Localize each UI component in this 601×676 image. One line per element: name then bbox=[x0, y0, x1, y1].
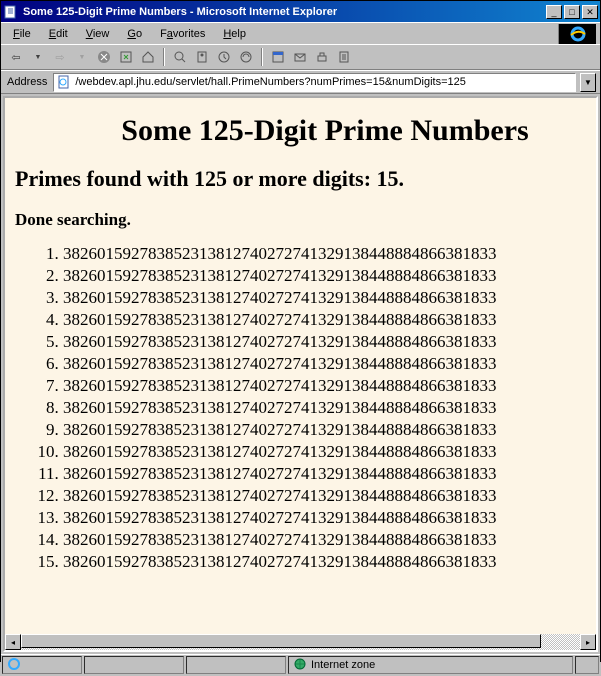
scroll-thumb[interactable] bbox=[21, 634, 541, 648]
scroll-right-button[interactable]: ▸ bbox=[580, 634, 596, 650]
toolbar-separator bbox=[261, 48, 263, 66]
close-button[interactable]: ✕ bbox=[582, 5, 598, 19]
status-pane bbox=[2, 656, 82, 674]
refresh-button[interactable] bbox=[117, 48, 135, 66]
horizontal-scrollbar[interactable]: ◂ ▸ bbox=[5, 634, 596, 650]
page-heading: Some 125-Digit Prime Numbers bbox=[15, 114, 598, 148]
minimize-button[interactable]: _ bbox=[546, 5, 562, 19]
resize-grip[interactable] bbox=[575, 656, 599, 674]
prime-item: 3826015927838523138127402727413291384488… bbox=[63, 332, 598, 352]
fullscreen-button[interactable] bbox=[269, 48, 287, 66]
page-content: Some 125-Digit Prime Numbers Primes foun… bbox=[5, 98, 598, 582]
forward-dropdown-icon[interactable]: ▼ bbox=[73, 48, 91, 66]
address-url: /webdev.apl.jhu.edu/servlet/hall.PrimeNu… bbox=[75, 76, 466, 88]
favorites-button[interactable] bbox=[193, 48, 211, 66]
prime-item: 3826015927838523138127402727413291384488… bbox=[63, 266, 598, 286]
prime-item: 3826015927838523138127402727413291384488… bbox=[63, 376, 598, 396]
menu-edit[interactable]: Edit bbox=[41, 26, 76, 42]
status-pane bbox=[186, 656, 286, 674]
history-button[interactable] bbox=[215, 48, 233, 66]
home-button[interactable] bbox=[139, 48, 157, 66]
search-button[interactable] bbox=[171, 48, 189, 66]
back-dropdown-icon[interactable]: ▼ bbox=[29, 48, 47, 66]
addressbar: Address /webdev.apl.jhu.edu/servlet/hall… bbox=[1, 70, 600, 94]
forward-button[interactable]: ⇨ bbox=[51, 48, 69, 66]
ie-small-icon bbox=[7, 657, 21, 674]
prime-item: 3826015927838523138127402727413291384488… bbox=[63, 310, 598, 330]
scroll-left-button[interactable]: ◂ bbox=[5, 634, 21, 650]
print-button[interactable] bbox=[313, 48, 331, 66]
prime-item: 3826015927838523138127402727413291384488… bbox=[63, 530, 598, 550]
page-icon bbox=[56, 74, 72, 90]
ie-page-icon bbox=[3, 4, 19, 20]
prime-item: 3826015927838523138127402727413291384488… bbox=[63, 486, 598, 506]
toolbar: ⇦ ▼ ⇨ ▼ bbox=[1, 44, 600, 70]
ie-logo-icon bbox=[558, 24, 596, 44]
mail-button[interactable] bbox=[291, 48, 309, 66]
address-input[interactable]: /webdev.apl.jhu.edu/servlet/hall.PrimeNu… bbox=[53, 73, 576, 92]
channels-button[interactable] bbox=[237, 48, 255, 66]
titlebar: Some 125-Digit Prime Numbers - Microsoft… bbox=[1, 1, 600, 22]
prime-item: 3826015927838523138127402727413291384488… bbox=[63, 464, 598, 484]
status-pane bbox=[84, 656, 184, 674]
status-zone-pane: Internet zone bbox=[288, 656, 573, 674]
prime-item: 3826015927838523138127402727413291384488… bbox=[63, 398, 598, 418]
back-button[interactable]: ⇦ bbox=[7, 48, 25, 66]
maximize-button[interactable]: □ bbox=[564, 5, 580, 19]
done-text: Done searching. bbox=[15, 210, 598, 230]
address-dropdown-button[interactable]: ▼ bbox=[580, 73, 596, 92]
prime-item: 3826015927838523138127402727413291384488… bbox=[63, 508, 598, 528]
status-zone-text: Internet zone bbox=[311, 659, 375, 671]
menu-view[interactable]: View bbox=[78, 26, 118, 42]
menu-favorites[interactable]: Favorites bbox=[152, 26, 213, 42]
prime-item: 3826015927838523138127402727413291384488… bbox=[63, 552, 598, 572]
globe-icon bbox=[293, 657, 307, 674]
menu-go[interactable]: Go bbox=[119, 26, 150, 42]
prime-item: 3826015927838523138127402727413291384488… bbox=[63, 442, 598, 462]
page-subheading: Primes found with 125 or more digits: 15… bbox=[15, 166, 598, 192]
scroll-track[interactable] bbox=[21, 634, 580, 650]
statusbar: Internet zone bbox=[1, 654, 600, 676]
prime-item: 3826015927838523138127402727413291384488… bbox=[63, 288, 598, 308]
menu-help[interactable]: Help bbox=[215, 26, 254, 42]
prime-item: 3826015927838523138127402727413291384488… bbox=[63, 420, 598, 440]
menubar: File Edit View Go Favorites Help bbox=[1, 22, 600, 44]
prime-list: 3826015927838523138127402727413291384488… bbox=[15, 244, 598, 572]
prime-item: 3826015927838523138127402727413291384488… bbox=[63, 244, 598, 264]
window-title: Some 125-Digit Prime Numbers - Microsoft… bbox=[23, 6, 546, 18]
prime-item: 3826015927838523138127402727413291384488… bbox=[63, 354, 598, 374]
toolbar-separator bbox=[163, 48, 165, 66]
address-label: Address bbox=[5, 76, 49, 88]
content-viewport: Some 125-Digit Prime Numbers Primes foun… bbox=[3, 96, 598, 652]
stop-button[interactable] bbox=[95, 48, 113, 66]
edit-button[interactable] bbox=[335, 48, 353, 66]
menu-file[interactable]: File bbox=[5, 26, 39, 42]
